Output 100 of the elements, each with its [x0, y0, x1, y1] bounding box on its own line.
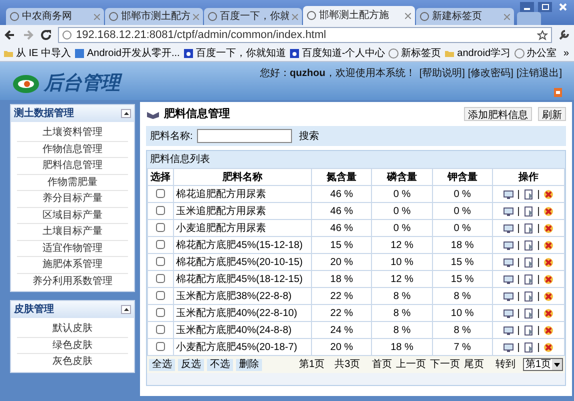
- monitor-icon[interactable]: [503, 240, 514, 250]
- table-cell: 12 %: [372, 236, 432, 254]
- toolbar-button[interactable]: 添加肥料信息: [464, 107, 532, 121]
- delete-icon[interactable]: [543, 206, 554, 216]
- sidebar-item[interactable]: 区域目标产量: [17, 206, 128, 223]
- bookmark[interactable]: 百度一下，你就知道: [182, 46, 286, 60]
- monitor-icon[interactable]: [503, 290, 514, 302]
- toolbar-button[interactable]: 刷新: [538, 107, 566, 121]
- monitor-icon[interactable]: [503, 206, 514, 216]
- search-button[interactable]: 搜索: [296, 128, 322, 144]
- bulk-button[interactable]: 删除: [236, 358, 262, 370]
- bookmark[interactable]: 办公室: [514, 46, 557, 60]
- browser-tab[interactable]: 邯郸测土配方施: [303, 6, 415, 25]
- pager-link[interactable]: 尾页: [464, 357, 484, 372]
- row-checkbox[interactable]: [156, 291, 165, 300]
- monitor-icon[interactable]: [503, 188, 514, 200]
- sidebar-item[interactable]: 灰色皮肤: [17, 353, 128, 370]
- sidebar-item[interactable]: 肥料信息管理: [17, 157, 128, 174]
- collapse-button[interactable]: [121, 109, 131, 118]
- pager-link[interactable]: 首页: [372, 357, 392, 372]
- monitor-icon[interactable]: [503, 324, 514, 336]
- bookmark[interactable]: Android开发从零开...: [74, 46, 180, 60]
- bookmark[interactable]: android学习: [444, 46, 511, 60]
- table-cell: 8 %: [432, 288, 492, 304]
- monitor-icon[interactable]: [503, 222, 514, 234]
- edit-icon[interactable]: [523, 308, 534, 318]
- minimize-icon[interactable]: [520, 2, 534, 12]
- sidebar-item[interactable]: 作物需肥量: [17, 174, 128, 190]
- column-header: 选择: [148, 168, 174, 186]
- row-checkbox[interactable]: [156, 325, 165, 334]
- delete-icon[interactable]: [543, 256, 554, 268]
- edit-icon[interactable]: [523, 342, 534, 352]
- row-checkbox[interactable]: [156, 274, 165, 284]
- delete-icon[interactable]: [543, 324, 554, 336]
- monitor-icon[interactable]: [503, 256, 514, 268]
- table-cell: 15 %: [432, 270, 492, 288]
- edit-icon[interactable]: [523, 206, 534, 216]
- bookmark[interactable]: 新标签页: [388, 46, 442, 60]
- sidebar-item[interactable]: 作物信息管理: [17, 140, 128, 157]
- edit-icon[interactable]: [523, 188, 534, 200]
- collapse-button[interactable]: [121, 305, 131, 314]
- goto-label: 转到: [495, 358, 516, 372]
- row-checkbox[interactable]: [156, 342, 165, 352]
- delete-icon[interactable]: [543, 274, 554, 284]
- column-header: 氮含量: [312, 168, 372, 186]
- browser-tab[interactable]: 中农商务网: [6, 8, 104, 25]
- sidebar-item[interactable]: 土壤目标产量: [17, 223, 128, 240]
- row-checkbox[interactable]: [156, 257, 165, 266]
- monitor-icon[interactable]: [503, 274, 514, 284]
- sidebar-item[interactable]: 施肥体系管理: [17, 256, 128, 272]
- star-icon[interactable]: [537, 30, 548, 40]
- back-icon[interactable]: [4, 29, 16, 41]
- pager-link[interactable]: 上一页: [396, 357, 426, 372]
- monitor-icon[interactable]: [503, 308, 514, 318]
- row-checkbox[interactable]: [156, 240, 165, 250]
- bulk-button[interactable]: 全选: [149, 358, 175, 370]
- tab-icon: [10, 12, 19, 21]
- edit-icon[interactable]: [523, 274, 534, 284]
- edit-icon[interactable]: [523, 240, 534, 250]
- bookmark[interactable]: 从 IE 中导入: [3, 46, 72, 60]
- more-bookmarks[interactable]: »: [563, 46, 569, 60]
- header-link[interactable]: [注销退出]: [516, 66, 562, 81]
- delete-icon[interactable]: [543, 222, 554, 234]
- delete-icon[interactable]: [543, 308, 554, 318]
- delete-icon[interactable]: [543, 240, 554, 250]
- tab-close-icon[interactable]: [405, 12, 411, 18]
- sidebar-item[interactable]: 养分利用系数管理: [17, 272, 128, 289]
- edit-icon[interactable]: [523, 290, 534, 302]
- delete-icon[interactable]: [543, 290, 554, 302]
- row-checkbox[interactable]: [156, 189, 165, 198]
- row-checkbox[interactable]: [156, 223, 165, 232]
- skin-icon[interactable]: [552, 88, 564, 97]
- table-cell: 0 %: [372, 186, 432, 202]
- delete-icon[interactable]: [543, 342, 554, 352]
- delete-icon[interactable]: [543, 188, 554, 200]
- bulk-button[interactable]: 反选: [178, 358, 204, 370]
- row-checkbox[interactable]: [156, 206, 165, 216]
- address-bar[interactable]: 192.168.12.21:8081/ctpf/admin/common/index.html: [58, 27, 552, 43]
- row-checkbox[interactable]: [156, 308, 165, 318]
- bookmark[interactable]: 百度知道-个人中心: [288, 46, 386, 60]
- edit-icon[interactable]: [523, 222, 534, 234]
- page-select[interactable]: 第1页: [523, 358, 563, 371]
- header-link[interactable]: [修改密码]: [468, 66, 514, 81]
- reload-icon[interactable]: [40, 29, 52, 41]
- maximize-icon[interactable]: [538, 2, 552, 12]
- sidebar-item[interactable]: 适宜作物管理: [17, 240, 128, 256]
- bulk-button[interactable]: 不选: [207, 358, 233, 370]
- pager-link[interactable]: 下一页: [430, 357, 460, 372]
- panel-title: 皮肤管理: [14, 302, 54, 317]
- browser-tab[interactable]: 新建标签页: [416, 8, 514, 25]
- edit-icon[interactable]: [523, 324, 534, 336]
- wrench-icon[interactable]: [558, 29, 570, 41]
- sidebar-item[interactable]: 养分目标产量: [17, 190, 128, 206]
- edit-icon[interactable]: [523, 256, 534, 268]
- monitor-icon[interactable]: [503, 342, 514, 352]
- sidebar-item[interactable]: 土壤资料管理: [17, 124, 128, 140]
- header-link[interactable]: [帮助说明]: [419, 66, 465, 81]
- sidebar-item[interactable]: 默认皮肤: [17, 320, 128, 336]
- sidebar-item[interactable]: 绿色皮肤: [17, 336, 128, 353]
- name-search-field[interactable]: [196, 129, 292, 143]
